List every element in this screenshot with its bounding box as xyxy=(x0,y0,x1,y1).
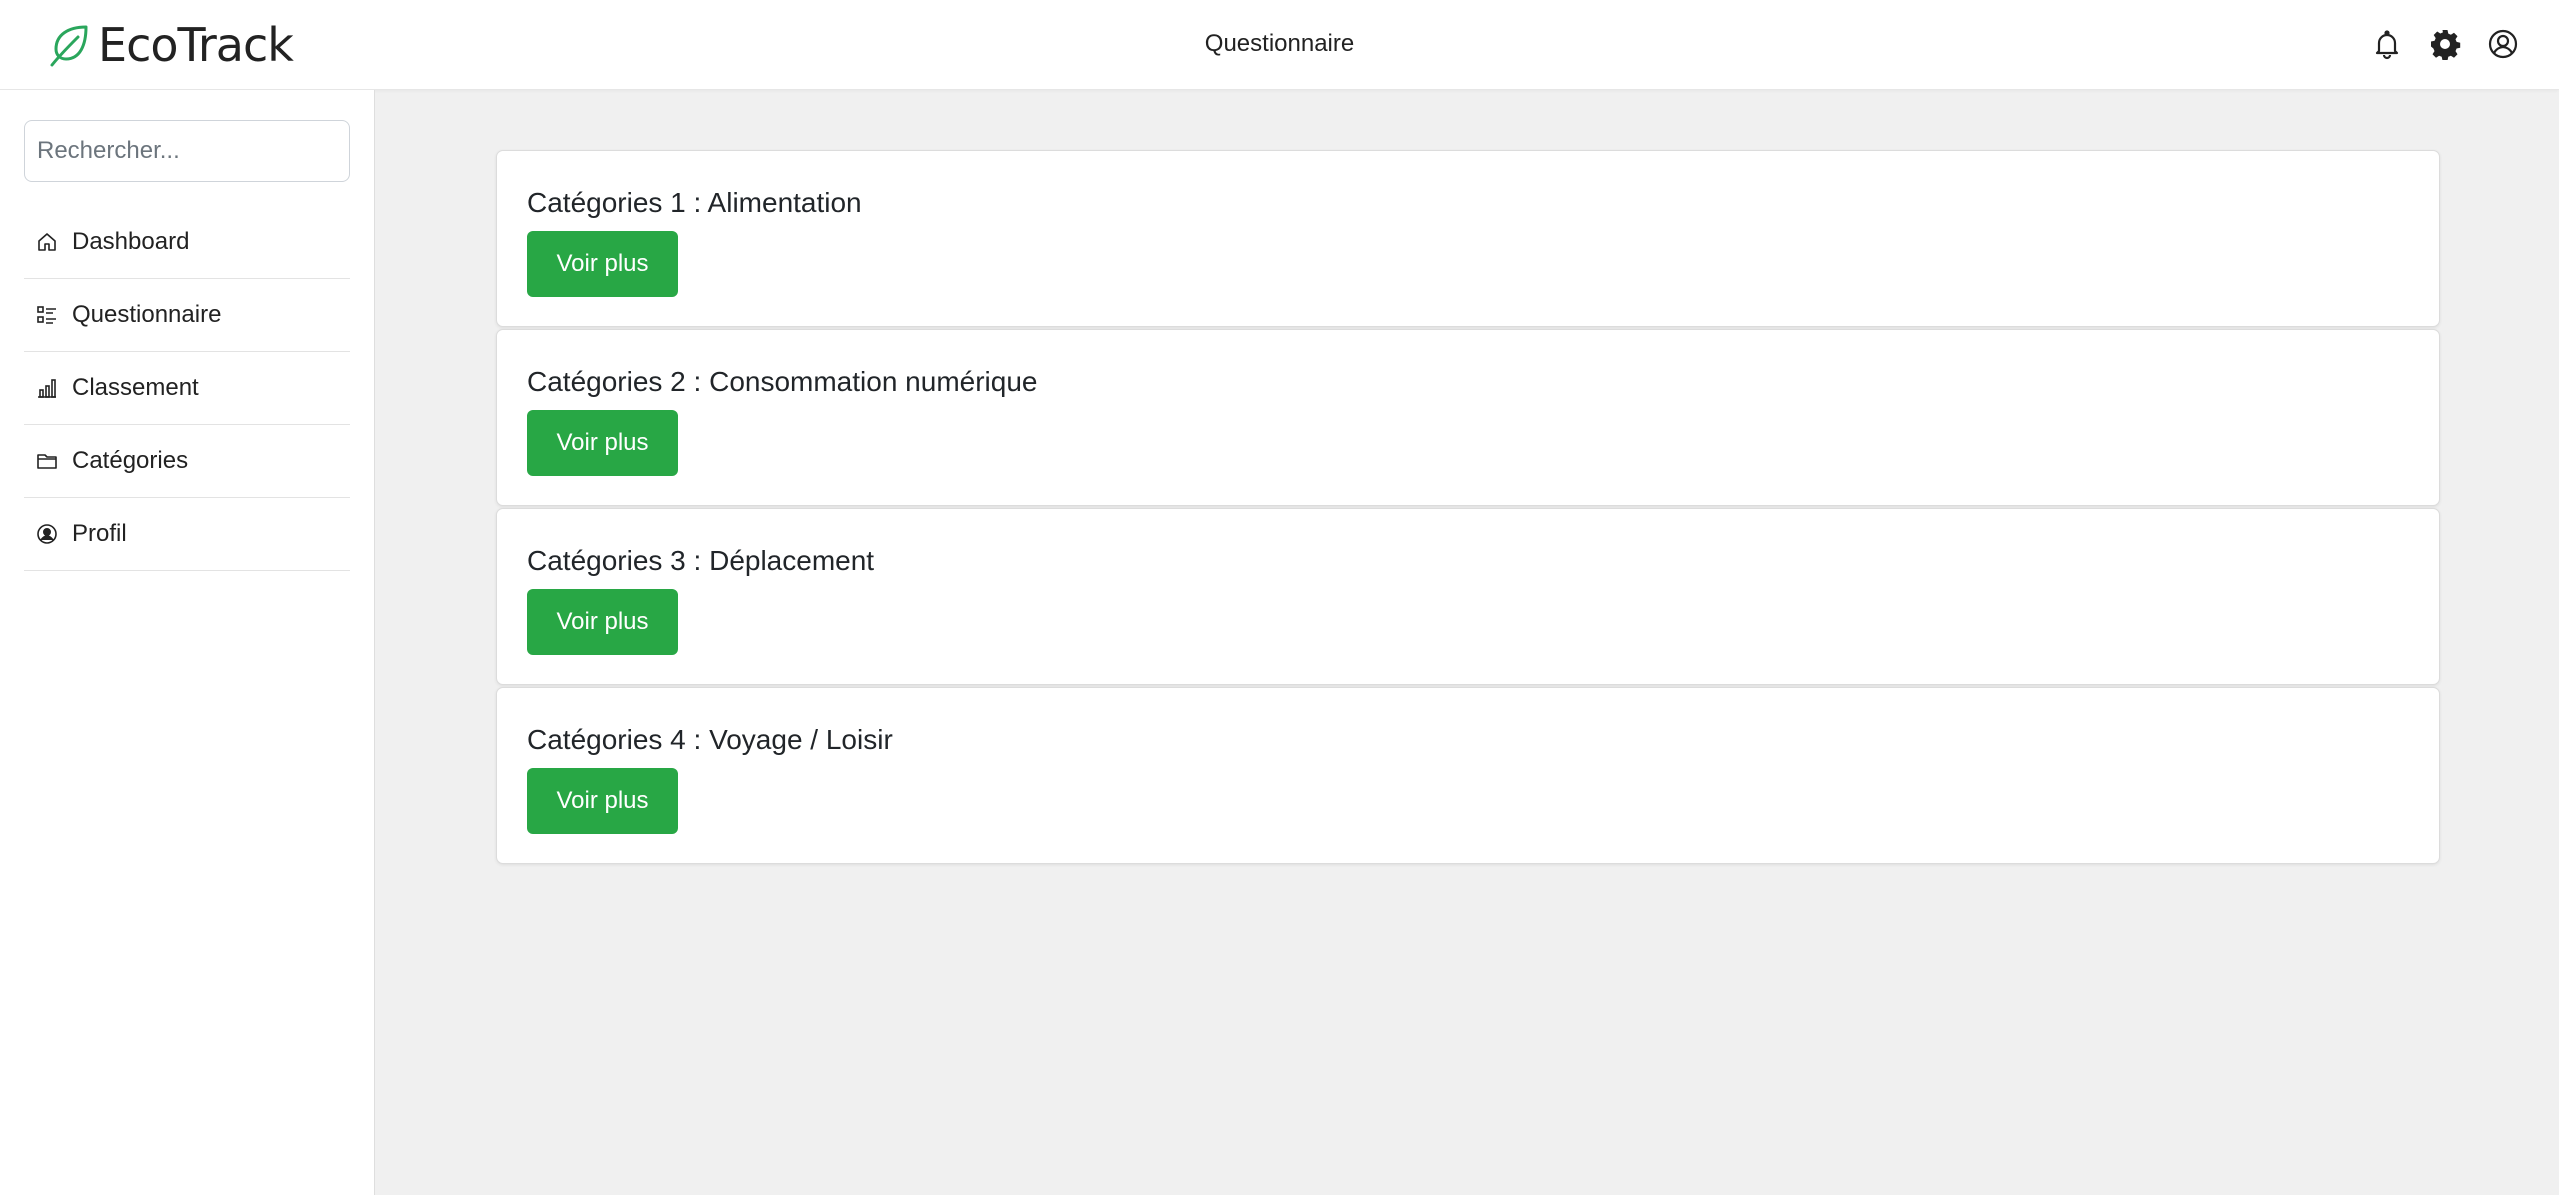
sidebar-item-questionnaire[interactable]: Questionnaire xyxy=(24,279,350,352)
sidebar-item-label: Profil xyxy=(72,520,127,547)
category-title: Catégories 1 : Alimentation xyxy=(527,187,862,218)
category-title: Catégories 3 : Déplacement xyxy=(527,545,875,576)
main-content: Catégories 1 : Alimentation Voir plus Ca… xyxy=(376,90,2559,1195)
header-actions xyxy=(2369,26,2521,62)
user-account-icon[interactable] xyxy=(2485,26,2521,62)
search-input[interactable] xyxy=(24,120,350,182)
voir-plus-button[interactable]: Voir plus xyxy=(527,768,678,834)
top-navbar: EcoTrack Questionnaire xyxy=(0,0,2559,90)
settings-gear-icon[interactable] xyxy=(2427,26,2463,62)
sidebar-item-categories[interactable]: Catégories xyxy=(24,425,350,498)
sidebar-item-dashboard[interactable]: Dashboard xyxy=(24,206,350,279)
voir-plus-button[interactable]: Voir plus xyxy=(527,410,678,476)
category-title: Catégories 2 : Consommation numérique xyxy=(527,366,1038,397)
home-icon xyxy=(38,233,56,251)
sidebar-item-label: Dashboard xyxy=(72,228,190,255)
sidebar: Dashboard Questionnaire Classement xyxy=(0,90,375,1195)
category-card: Catégories 2 : Consommation numérique Vo… xyxy=(496,329,2440,506)
sidebar-item-label: Classement xyxy=(72,374,199,401)
notification-bell-icon[interactable] xyxy=(2369,26,2405,62)
user-circle-icon xyxy=(37,524,57,544)
category-card: Catégories 3 : Déplacement Voir plus xyxy=(496,508,2440,685)
sidebar-item-classement[interactable]: Classement xyxy=(24,352,350,425)
bar-chart-icon xyxy=(38,379,56,398)
checklist-icon xyxy=(37,306,56,324)
sidebar-item-label: Questionnaire xyxy=(72,301,222,328)
folder-icon xyxy=(37,454,57,469)
sidebar-item-label: Catégories xyxy=(72,447,189,474)
sidebar-nav: Dashboard Questionnaire Classement Catég… xyxy=(24,206,350,571)
category-card: Catégories 1 : Alimentation Voir plus xyxy=(496,150,2440,327)
page-title: Questionnaire xyxy=(1204,30,1355,57)
voir-plus-button[interactable]: Voir plus xyxy=(527,589,678,655)
sidebar-item-profil[interactable]: Profil xyxy=(24,498,350,571)
voir-plus-button[interactable]: Voir plus xyxy=(527,231,678,297)
category-title: Catégories 4 : Voyage / Loisir xyxy=(527,724,893,755)
category-card: Catégories 4 : Voyage / Loisir Voir plus xyxy=(496,687,2440,864)
